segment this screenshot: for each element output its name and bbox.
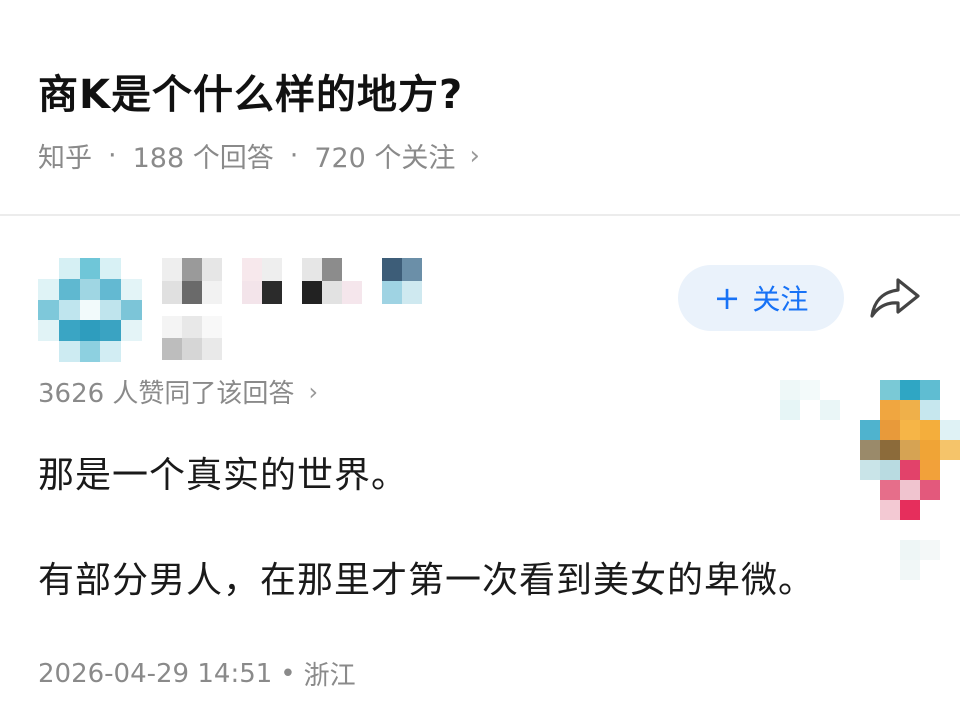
answer-paragraph: 那是一个真实的世界。 [38,455,409,496]
vote-count-text: 3626 人赞同了该回答 [38,379,295,409]
meta-dot: · [289,140,299,171]
share-icon[interactable] [868,274,922,322]
source-label: 知乎 [38,143,92,174]
follow-label: 关注 [752,283,809,316]
chevron-right-icon: › [308,377,319,406]
section-divider [0,214,960,216]
author-bio [162,316,222,360]
question-meta[interactable]: 知乎 · 188 个回答 · 720 个关注 › [38,136,480,175]
answer-location: 浙江 [303,661,356,691]
answer-count: 188 个回答 [132,143,274,174]
answer-paragraph: 有部分男人，在那里才第一次看到美女的卑微。 [38,560,816,601]
follow-button[interactable]: + 关注 [678,265,844,331]
plus-icon: + [713,279,741,317]
chevron-right-icon: › [469,140,480,171]
answer-timestamp: 2026-04-29 14:51 [38,658,273,689]
vote-summary[interactable]: 3626 人赞同了该回答 › [38,373,318,410]
author-name[interactable] [162,258,422,304]
meta-dot: · [108,140,117,171]
follower-count: 720 个关注 [314,143,456,174]
avatar[interactable] [38,258,142,362]
question-title[interactable]: 商K是个什么样的地方? [38,62,463,120]
footer-dot: • [280,658,296,689]
answer-footer: 2026-04-29 14:51 • 浙江 [38,655,356,692]
